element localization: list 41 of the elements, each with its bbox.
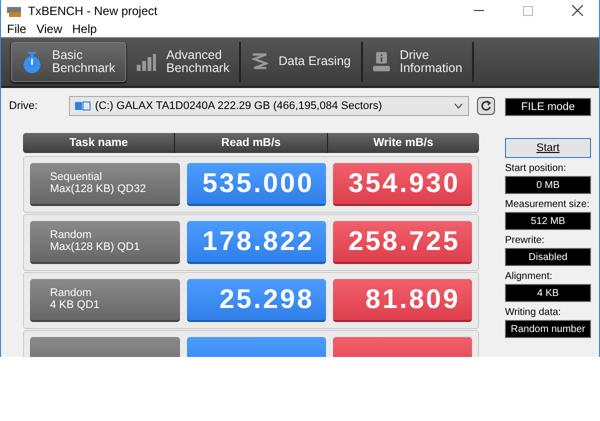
menu-item[interactable]: Help <box>72 22 97 36</box>
setting-value: 4 KB <box>505 284 591 302</box>
bar-chart-icon <box>136 54 156 70</box>
close-icon[interactable] <box>572 5 582 16</box>
window-title: TxBENCH - New project <box>28 4 158 18</box>
refresh-button[interactable] <box>477 97 495 115</box>
start-button[interactable]: Start <box>505 138 591 158</box>
toolbar-tab[interactable]: Advanced Benchmark <box>126 42 242 82</box>
task-button[interactable]: Random 4 KB QD1 <box>30 279 180 322</box>
setting-value: 512 MB <box>505 212 591 230</box>
setting-label: Alignment: <box>505 271 554 282</box>
setting-value: 0 MB <box>505 176 591 194</box>
write-result: 81.809 <box>333 279 472 322</box>
setting-label: Start position: <box>505 163 568 174</box>
setting-value: Random number <box>505 320 591 338</box>
drive-info-icon <box>372 52 390 72</box>
setting-label: Measurement size: <box>505 199 590 210</box>
write-result: 354.930 <box>333 163 472 206</box>
read-result: 178.822 <box>187 221 326 264</box>
mode-indicator: FILE mode <box>505 98 591 116</box>
read-result: 535.000 <box>187 163 326 206</box>
toolbar-tab[interactable]: Data Erasing <box>241 42 363 82</box>
setting-value: Disabled <box>505 248 591 266</box>
write-result: 258.725 <box>333 221 472 264</box>
drive-dropdown[interactable]: (C:) GALAX TA1D0240A 222.29 GB (466,195,084 Sectors) <box>69 96 469 116</box>
read-result: 25.298 <box>187 279 326 322</box>
setting-label: Prewrite: <box>505 235 546 246</box>
stopwatch-icon <box>22 50 42 74</box>
spring-icon <box>251 53 268 71</box>
task-button[interactable]: Random Max(128 KB) QD1 <box>30 221 180 264</box>
menu-item[interactable]: File <box>7 22 26 36</box>
toolbar-tab[interactable]: Basic Benchmark <box>11 42 126 82</box>
menu-item[interactable]: View <box>36 22 62 36</box>
setting-label: Writing data: <box>505 307 562 318</box>
toolbar-tab[interactable]: Drive Information <box>362 42 474 82</box>
refresh-icon <box>480 100 492 112</box>
drive-label: Drive: <box>9 100 39 112</box>
table-header: Task name Read mB/s Write mB/s <box>23 133 479 153</box>
task-button[interactable]: Sequential Max(128 KB) QD32 <box>30 163 180 206</box>
drive-icon <box>75 100 91 112</box>
chevron-down-icon <box>454 103 463 109</box>
